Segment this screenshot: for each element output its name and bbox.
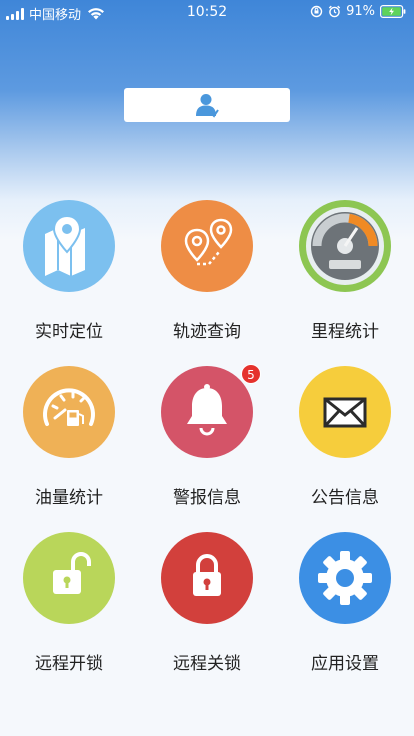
menu-icon-circle	[23, 532, 115, 624]
envelope-icon	[323, 397, 367, 428]
menu-label: 油量统计	[35, 488, 103, 508]
menu-icon-circle	[161, 366, 253, 458]
alarm-icon	[328, 5, 341, 18]
menu-alarm-info[interactable]: 5 警报信息	[138, 364, 276, 516]
status-bar: 中国移动 10:52 91%	[0, 0, 414, 24]
alarm-count-badge: 5	[241, 364, 261, 384]
menu-icon-circle	[299, 532, 391, 624]
menu-label: 里程统计	[311, 322, 379, 342]
menu-app-settings[interactable]: 应用设置	[276, 532, 414, 682]
menu-icon-circle	[23, 366, 115, 458]
menu-label: 远程开锁	[35, 654, 103, 674]
menu-remote-unlock[interactable]: 远程开锁	[0, 532, 138, 682]
gear-icon	[318, 551, 372, 605]
bell-icon	[187, 384, 227, 436]
map-pin-icon	[45, 214, 85, 276]
menu-icon-circle	[161, 532, 253, 624]
menu-track-query[interactable]: 轨迹查询	[138, 200, 276, 350]
battery-icon	[380, 5, 406, 18]
menu-fuel-stats[interactable]: 油量统计	[0, 366, 138, 516]
menu-mileage-stats[interactable]: 里程统计	[276, 200, 414, 350]
menu-label: 轨迹查询	[173, 322, 241, 342]
status-right: 91%	[310, 4, 406, 19]
menu-icon-circle	[23, 200, 115, 292]
speedometer-icon	[300, 201, 390, 291]
menu-label: 远程关锁	[173, 654, 241, 674]
menu-label: 警报信息	[173, 488, 241, 508]
menu-icon-circle	[161, 200, 253, 292]
menu-icon-circle	[299, 366, 391, 458]
menu-label: 应用设置	[311, 654, 379, 674]
menu-label: 实时定位	[35, 322, 103, 342]
menu-remote-lock[interactable]: 远程关锁	[138, 532, 276, 682]
rotation-lock-icon	[310, 5, 323, 18]
menu-icon-circle	[299, 200, 391, 292]
user-icon	[196, 94, 219, 118]
unlock-icon	[53, 552, 91, 594]
menu-realtime-location[interactable]: 实时定位	[0, 200, 138, 350]
lock-icon	[193, 554, 221, 596]
menu-label: 公告信息	[311, 488, 379, 508]
user-profile-box[interactable]	[124, 88, 290, 122]
fuel-gauge-icon	[43, 388, 95, 426]
menu-announcement-info[interactable]: 公告信息	[276, 366, 414, 516]
battery-percent: 91%	[346, 4, 375, 19]
route-icon	[184, 218, 233, 266]
